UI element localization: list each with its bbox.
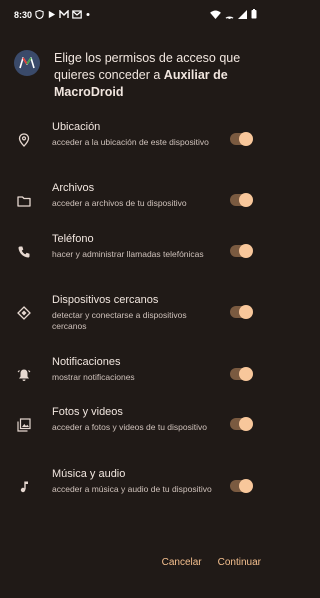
dialog-actions: Cancelar Continuar bbox=[162, 557, 261, 568]
photos-icon bbox=[17, 418, 31, 432]
permission-name: Fotos y videos bbox=[52, 406, 123, 418]
status-time: 8:30 bbox=[14, 10, 33, 20]
toggle-knob bbox=[239, 244, 253, 258]
permission-toggle[interactable] bbox=[230, 244, 253, 258]
toggle-knob bbox=[239, 367, 253, 381]
location-icon bbox=[17, 133, 31, 147]
permission-row-nearby-devices[interactable]: Dispositivos cercanos detectar y conecta… bbox=[0, 294, 269, 346]
battery-icon bbox=[251, 9, 257, 19]
macrodroid-logo-icon bbox=[19, 57, 35, 69]
permission-description: acceder a música y audio de tu dispositi… bbox=[52, 484, 212, 494]
continue-button[interactable]: Continuar bbox=[218, 557, 261, 568]
permission-description: detectar y conectarse a dispositivos cer… bbox=[52, 310, 187, 331]
toggle-knob bbox=[239, 193, 253, 207]
notification-icons bbox=[35, 10, 91, 19]
permission-row-location[interactable]: Ubicación acceder a la ubicación de este… bbox=[0, 121, 269, 173]
cast-icon bbox=[225, 16, 234, 19]
permission-toggle[interactable] bbox=[230, 417, 253, 431]
macrodroid-app-icon bbox=[14, 50, 40, 76]
permission-toggle[interactable] bbox=[230, 305, 253, 319]
permission-row-photos-videos[interactable]: Fotos y videos acceder a fotos y videos … bbox=[0, 406, 269, 458]
permission-toggle[interactable] bbox=[230, 132, 253, 146]
toggle-knob bbox=[239, 417, 253, 431]
shield-icon bbox=[35, 10, 44, 19]
permission-row-phone[interactable]: Teléfono hacer y administrar llamadas te… bbox=[0, 233, 269, 285]
permission-name: Música y audio bbox=[52, 468, 126, 480]
page-title: Elige los permisos de acceso que quieres… bbox=[54, 50, 264, 101]
permission-toggle[interactable] bbox=[230, 479, 253, 493]
permission-description: mostrar notificaciones bbox=[52, 372, 135, 382]
permission-toggle[interactable] bbox=[230, 193, 253, 207]
toggle-knob bbox=[239, 132, 253, 146]
permission-name: Dispositivos cercanos bbox=[52, 294, 159, 306]
permission-row-music-audio[interactable]: Música y audio acceder a música y audio … bbox=[0, 468, 269, 520]
permission-name: Archivos bbox=[52, 182, 95, 194]
permission-name: Ubicación bbox=[52, 121, 101, 133]
m-icon bbox=[59, 10, 69, 18]
bell-icon bbox=[17, 368, 31, 382]
play-icon bbox=[48, 10, 56, 19]
dot-icon bbox=[86, 13, 90, 16]
permission-toggle[interactable] bbox=[230, 367, 253, 381]
wifi-icon bbox=[210, 9, 221, 19]
permission-description: acceder a la ubicación de este dispositi… bbox=[52, 137, 209, 147]
phone-icon bbox=[17, 245, 31, 259]
toggle-knob bbox=[239, 305, 253, 319]
cancel-button[interactable]: Cancelar bbox=[162, 557, 202, 568]
permission-name: Teléfono bbox=[52, 233, 94, 245]
permission-description: acceder a archivos de tu dispositivo bbox=[52, 198, 187, 208]
folder-icon bbox=[17, 194, 31, 208]
signal-icon bbox=[238, 9, 247, 19]
toggle-knob bbox=[239, 479, 253, 493]
status-bar: 8:30 bbox=[0, 0, 269, 32]
permission-description: acceder a fotos y videos de tu dispositi… bbox=[52, 422, 207, 432]
system-icons bbox=[210, 9, 257, 19]
nearby-devices-icon bbox=[17, 306, 31, 320]
permission-description: hacer y administrar llamadas telefónicas bbox=[52, 249, 204, 259]
music-note-icon bbox=[17, 480, 31, 494]
permission-row-notifications[interactable]: Notificaciones mostrar notificaciones bbox=[0, 356, 269, 408]
permission-row-files[interactable]: Archivos acceder a archivos de tu dispos… bbox=[0, 182, 269, 234]
permission-name: Notificaciones bbox=[52, 356, 121, 368]
gmail-icon bbox=[72, 10, 82, 19]
